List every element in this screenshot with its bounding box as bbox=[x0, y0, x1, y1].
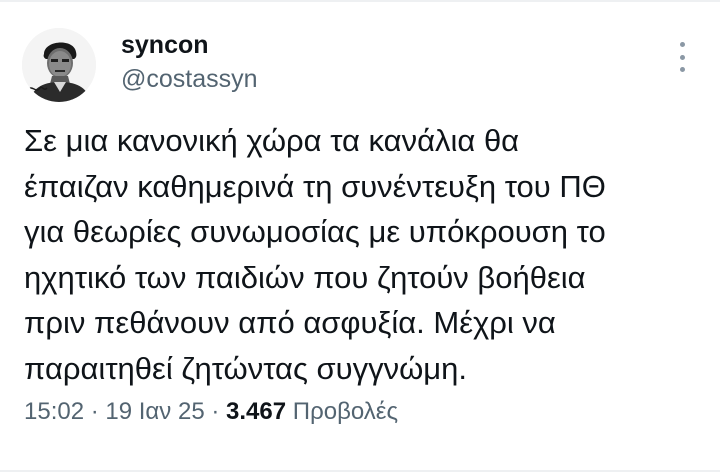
views-count[interactable]: 3.467 bbox=[226, 398, 286, 425]
more-dot bbox=[679, 54, 685, 60]
tweet-text: Σε μια κανονική χώρα τα κανάλια θα έπαιζ… bbox=[24, 118, 704, 391]
tweet-text-line: ηχητικό των παιδιών που ζητούν βοήθεια bbox=[24, 259, 586, 295]
meta-separator: · bbox=[84, 398, 106, 425]
tweet-meta: 15:02 · 19 Ιαν 25 · 3.467 Προβολές bbox=[24, 397, 398, 427]
display-name[interactable]: syncon bbox=[121, 30, 258, 60]
tweet-text-line: παραιτηθεί ζητώντας συγγνώμη. bbox=[24, 350, 468, 386]
top-divider bbox=[0, 0, 720, 2]
tweet-text-line: έπαιζαν καθημερινά τη συνέντευξη του ΠΘ bbox=[24, 168, 606, 204]
meta-separator: · bbox=[204, 398, 226, 425]
more-dot bbox=[679, 67, 685, 72]
tweet-card: syncon @costassyn Σε μια κανονική χώρα τ… bbox=[0, 0, 720, 472]
tweet-time[interactable]: 15:02 bbox=[24, 398, 84, 425]
user-info: syncon @costassyn bbox=[121, 30, 258, 94]
avatar[interactable] bbox=[22, 28, 96, 102]
tweet-text-line: πριν πεθάνουν από ασφυξία. Μέχρι να bbox=[24, 305, 556, 340]
tweet-text-line: για θεωρίες συνωμοσίας με υπόκρουση το bbox=[24, 214, 606, 249]
views-space bbox=[286, 398, 293, 425]
user-handle[interactable]: @costassyn bbox=[121, 64, 258, 94]
portrait-avatar-icon bbox=[22, 28, 96, 102]
more-dot bbox=[679, 42, 685, 47]
more-vertical-icon[interactable] bbox=[672, 42, 692, 72]
tweet-text-line: Σε μια κανονική χώρα τα κανάλια θα bbox=[24, 123, 520, 158]
tweet-date[interactable]: 19 Ιαν 25 bbox=[105, 398, 204, 425]
views-label[interactable]: Προβολές bbox=[293, 398, 398, 425]
